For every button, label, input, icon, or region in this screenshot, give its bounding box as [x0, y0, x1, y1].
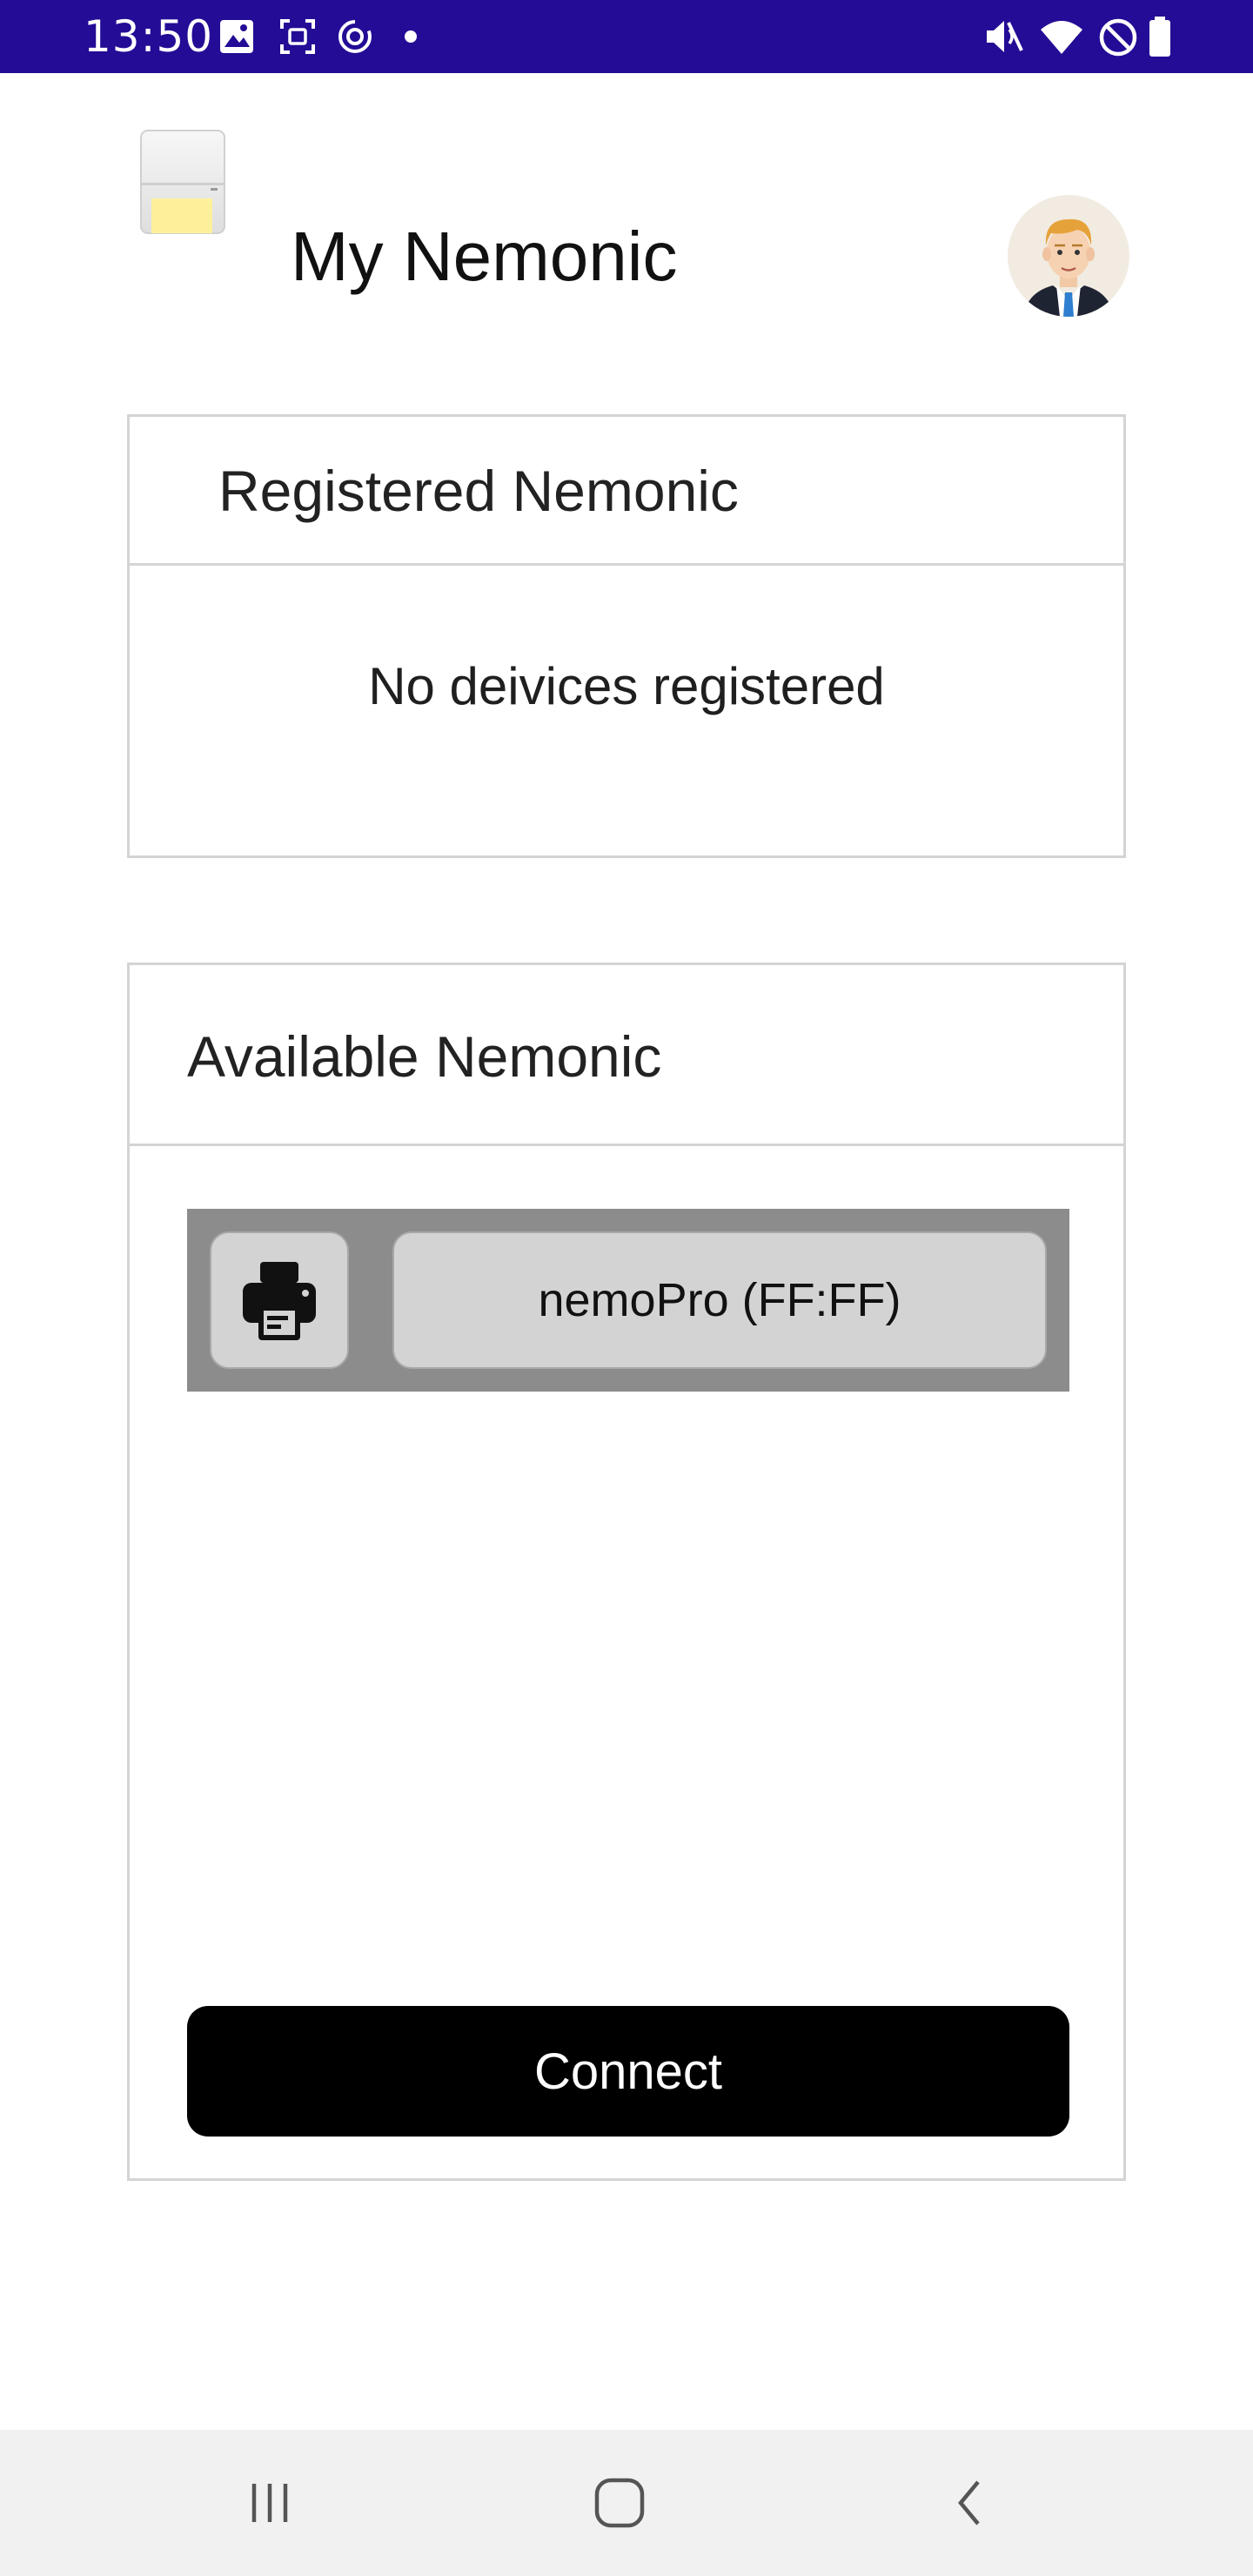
empty-message: No deivices registered — [368, 657, 885, 715]
user-avatar-icon[interactable] — [1008, 195, 1129, 317]
connect-button[interactable]: Connect — [187, 2006, 1069, 2137]
registered-title: Registered Nemonic — [218, 459, 739, 523]
image-icon — [220, 20, 253, 53]
device-name-button[interactable]: nemoPro (FF:FF) — [392, 1231, 1047, 1369]
sync-icon — [338, 20, 372, 53]
back-icon — [958, 2480, 980, 2526]
status-bar: 13:50 — [0, 0, 1253, 73]
home-icon — [594, 2478, 645, 2528]
wifi-icon — [1041, 21, 1082, 54]
do-not-disturb-icon — [1099, 18, 1137, 57]
screenshot-icon — [280, 19, 315, 54]
battery-icon — [1149, 17, 1170, 57]
available-title: Available Nemonic — [187, 1024, 662, 1089]
mute-icon — [987, 21, 1023, 52]
printer-logo-icon — [139, 129, 228, 237]
printer-icon — [243, 1262, 316, 1340]
dot-icon — [405, 30, 417, 43]
available-card: Available Nemonic nemoPro (FF:FF) Connec… — [127, 963, 1126, 2181]
page-title: My Nemonic — [291, 218, 678, 295]
registered-card: Registered Nemonic No deivices registere… — [127, 414, 1126, 858]
home-button[interactable] — [576, 2459, 663, 2546]
navigation-bar — [0, 2430, 1253, 2576]
registered-card-header: Registered Nemonic — [130, 417, 1123, 566]
device-row[interactable]: nemoPro (FF:FF) — [187, 1209, 1069, 1392]
back-button[interactable] — [928, 2459, 1015, 2546]
recent-apps-button[interactable] — [226, 2459, 313, 2546]
recent-apps-icon — [251, 2484, 288, 2522]
status-time: 13:50 — [84, 11, 214, 62]
available-card-header: Available Nemonic — [130, 965, 1123, 1146]
printer-button[interactable] — [210, 1231, 349, 1369]
